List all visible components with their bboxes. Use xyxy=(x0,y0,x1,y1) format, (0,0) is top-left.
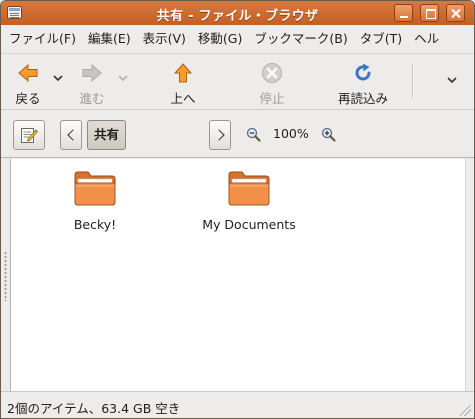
minimize-button[interactable] xyxy=(394,4,413,22)
arrow-right-icon xyxy=(82,63,102,83)
status-bar: 2個のアイテム、63.4 GB 空き xyxy=(1,391,474,418)
path-segment-button[interactable]: 共有 xyxy=(87,120,126,150)
stop-icon xyxy=(262,63,282,83)
zoom-level[interactable]: 100% xyxy=(273,126,309,141)
menu-go[interactable]: 移動(G) xyxy=(192,25,248,53)
edit-location-button[interactable] xyxy=(13,120,45,150)
folder-icon xyxy=(74,171,116,206)
reload-icon xyxy=(355,63,371,81)
folder-icon xyxy=(228,171,270,206)
pane-resize-grip[interactable] xyxy=(4,251,7,301)
toolbar: 戻る 進む 上へ 停止 再読込み xyxy=(1,53,474,110)
zoom-in-icon[interactable] xyxy=(321,127,336,142)
forward-label: 進む xyxy=(79,91,105,106)
file-name: Becky! xyxy=(73,217,117,232)
file-name: My Documents xyxy=(202,217,296,232)
stop-button[interactable]: 停止 xyxy=(255,62,289,107)
toolbar-overflow-dropdown[interactable] xyxy=(447,76,457,84)
location-bar: 共有 100% xyxy=(1,110,474,158)
maximize-icon xyxy=(421,5,438,21)
window-resize-grip[interactable] xyxy=(459,404,471,416)
back-button[interactable]: 戻る xyxy=(11,62,45,107)
reload-button[interactable]: 再読込み xyxy=(334,62,392,107)
stop-label: 停止 xyxy=(259,91,285,106)
arrow-left-icon xyxy=(18,63,38,83)
chevron-right-icon xyxy=(213,129,225,141)
path-scroll-right-button[interactable] xyxy=(209,120,231,150)
menu-bookmarks[interactable]: ブックマーク(B) xyxy=(248,25,353,53)
file-item[interactable]: Becky! xyxy=(55,169,135,232)
path-scroll-left-button[interactable] xyxy=(60,120,82,150)
close-button[interactable] xyxy=(446,4,465,22)
minimize-icon xyxy=(395,5,412,21)
zoom-out-icon[interactable] xyxy=(246,127,261,142)
forward-history-dropdown[interactable] xyxy=(118,74,128,82)
file-item[interactable]: My Documents xyxy=(199,169,299,232)
chevron-left-icon xyxy=(67,129,79,141)
close-icon xyxy=(447,5,464,21)
arrow-up-icon xyxy=(173,63,193,83)
maximize-button[interactable] xyxy=(420,4,439,22)
menu-tabs[interactable]: タブ(T) xyxy=(354,25,408,53)
back-history-dropdown[interactable] xyxy=(53,74,63,82)
up-label: 上へ xyxy=(170,91,196,106)
forward-button[interactable]: 進む xyxy=(75,62,109,107)
menu-bar: ファイル(F) 編集(E) 表示(V) 移動(G) ブックマーク(B) タブ(T… xyxy=(1,25,474,53)
file-browser-window: 共有 - ファイル・ブラウザ ファイル(F) 編集(E) 表示(V) 移動(G)… xyxy=(0,0,475,419)
edit-location-icon xyxy=(21,128,39,143)
up-button[interactable]: 上へ xyxy=(166,62,200,107)
menu-edit[interactable]: 編集(E) xyxy=(82,25,137,53)
menu-help[interactable]: ヘル xyxy=(408,25,445,53)
toolbar-separator xyxy=(412,64,414,98)
menu-file[interactable]: ファイル(F) xyxy=(1,25,82,53)
reload-label: 再読込み xyxy=(337,91,388,106)
back-label: 戻る xyxy=(15,91,41,106)
status-text: 2個のアイテム、63.4 GB 空き xyxy=(7,401,181,416)
file-view[interactable]: Becky! My Documents xyxy=(10,159,466,391)
title-bar[interactable]: 共有 - ファイル・ブラウザ xyxy=(1,1,474,25)
menu-view[interactable]: 表示(V) xyxy=(137,25,192,53)
